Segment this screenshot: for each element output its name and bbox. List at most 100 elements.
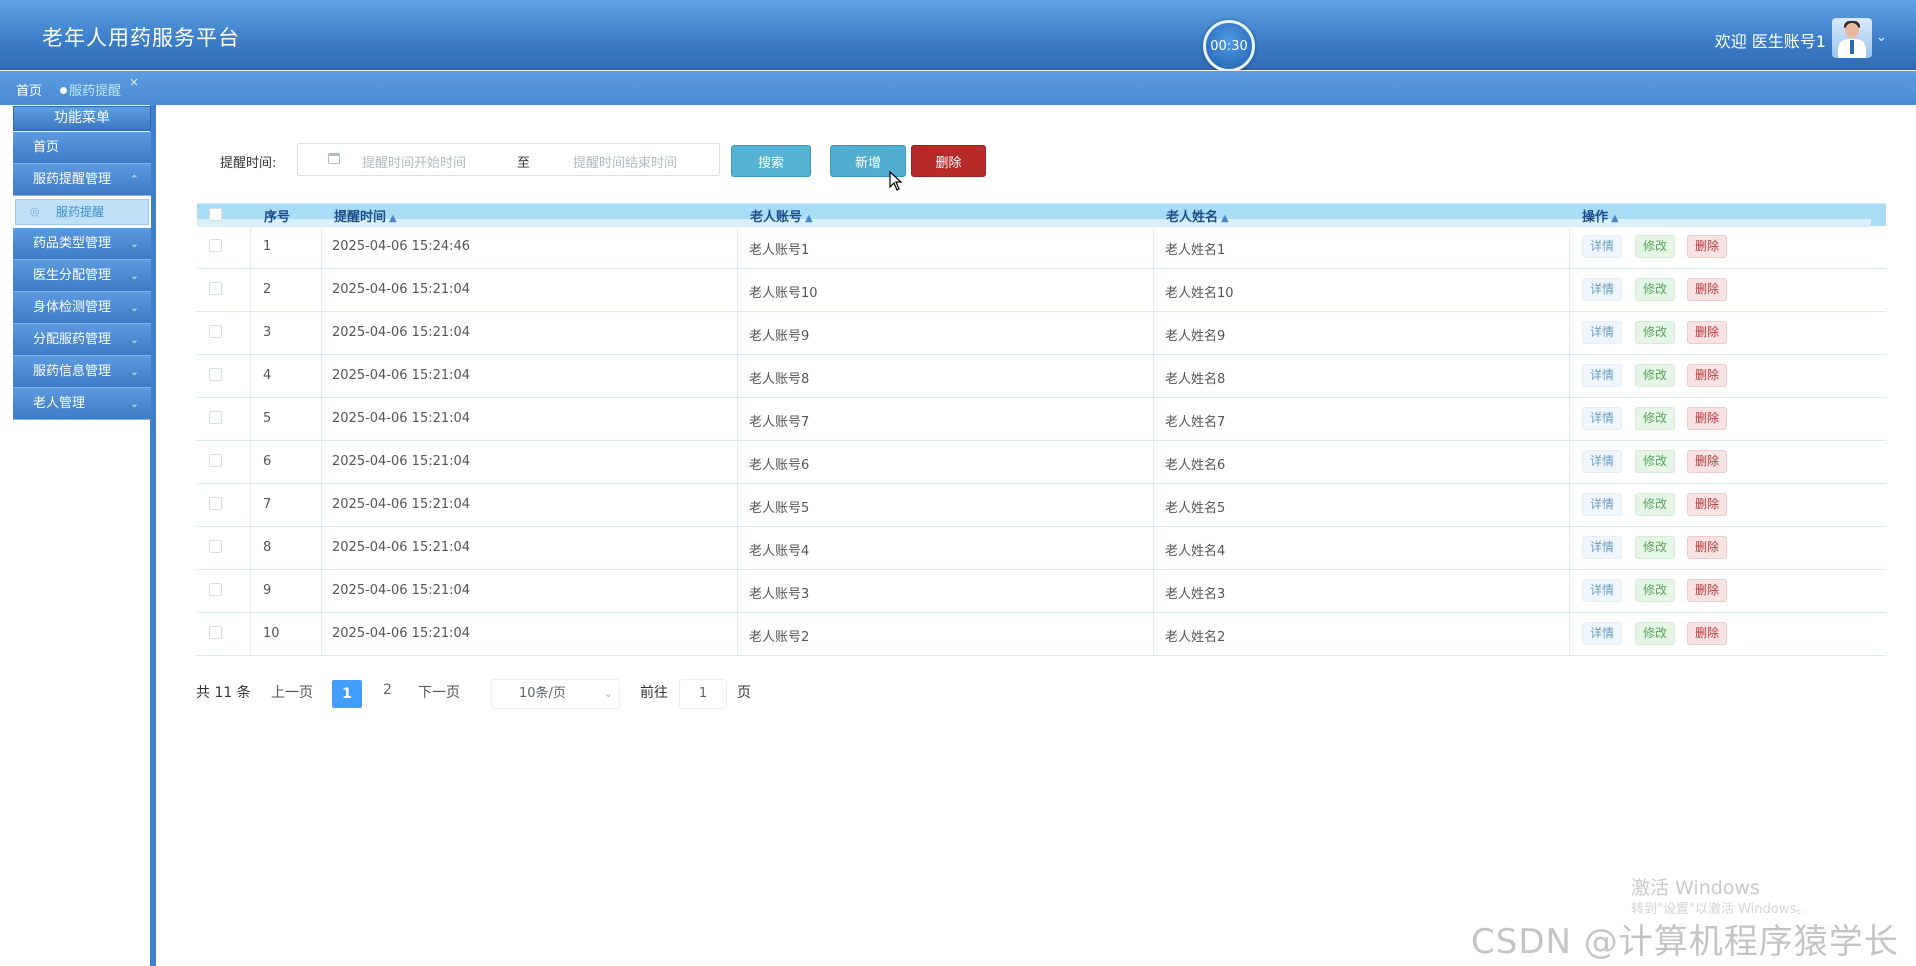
row-checkbox[interactable] xyxy=(209,497,222,514)
edit-button[interactable]: 修改 xyxy=(1635,622,1676,645)
pagination-goto-input[interactable]: 1 xyxy=(679,679,727,709)
row-checkbox[interactable] xyxy=(209,282,222,299)
delete-button[interactable]: 删除 xyxy=(1687,579,1728,602)
edit-button[interactable]: 修改 xyxy=(1635,407,1676,430)
sidebar-item-drug-type[interactable]: 药品类型管理 ⌄ xyxy=(13,228,151,260)
cell-time: 2025-04-06 15:21:04 xyxy=(332,626,471,641)
delete-button[interactable]: 删除 xyxy=(1687,407,1728,430)
delete-button[interactable]: 删除 xyxy=(1687,235,1728,258)
detail-button[interactable]: 详情 xyxy=(1582,536,1623,559)
sidebar-item-home[interactable]: 首页 xyxy=(13,132,151,164)
pagination-page-1[interactable]: 1 xyxy=(332,680,362,708)
select-all-checkbox[interactable] xyxy=(209,208,222,225)
row-checkbox[interactable] xyxy=(209,540,222,557)
edit-button[interactable]: 修改 xyxy=(1635,364,1676,387)
delete-button[interactable]: 删除 xyxy=(1687,450,1728,473)
edit-button[interactable]: 修改 xyxy=(1635,235,1676,258)
avatar[interactable] xyxy=(1832,18,1872,58)
table-row: 1 2025-04-06 15:24:46 老人账号1 老人姓名1 详情 修改 删除 xyxy=(197,226,1886,269)
top-header: 老年人用药服务平台 00:30 欢迎 医生账号1 ⌄ xyxy=(0,0,1916,72)
table-row: 4 2025-04-06 15:21:04 老人账号8 老人姓名8 详情 修改 删除 xyxy=(197,355,1886,398)
sort-icon[interactable]: ▲︎ xyxy=(1221,213,1229,224)
cell-index: 7 xyxy=(263,497,272,512)
sidebar-item-medication-info[interactable]: 服药信息管理 ⌄ xyxy=(13,356,151,388)
delete-button[interactable]: 删除 xyxy=(1687,536,1728,559)
delete-button[interactable]: 删除 xyxy=(1687,278,1728,301)
detail-button[interactable]: 详情 xyxy=(1582,364,1623,387)
sidebar-item-reminder-management[interactable]: 服药提醒管理 ⌃ xyxy=(13,164,151,196)
edit-button[interactable]: 修改 xyxy=(1635,536,1676,559)
row-checkbox[interactable] xyxy=(209,411,222,428)
detail-button[interactable]: 详情 xyxy=(1582,278,1623,301)
app-title: 老年人用药服务平台 xyxy=(42,26,240,50)
delete-button[interactable]: 删除 xyxy=(1687,321,1728,344)
pagination-prev[interactable]: 上一页 xyxy=(271,682,313,702)
sidebar-item-elderly[interactable]: 老人管理 ⌄ xyxy=(13,388,151,420)
edit-button[interactable]: 修改 xyxy=(1635,579,1676,602)
detail-button[interactable]: 详情 xyxy=(1582,235,1623,258)
cell-account: 老人账号6 xyxy=(749,458,810,473)
start-date-input[interactable]: 提醒时间开始时间 xyxy=(362,152,466,171)
row-checkbox[interactable] xyxy=(209,454,222,471)
table-row: 10 2025-04-06 15:21:04 老人账号2 老人姓名2 详情 修改 删除 xyxy=(197,613,1886,656)
sidebar-title: 功能菜单 xyxy=(13,106,151,131)
breadcrumb-tab-active[interactable]: 服药提醒 xyxy=(60,80,121,99)
table-row: 9 2025-04-06 15:21:04 老人账号3 老人姓名3 详情 修改 删除 xyxy=(197,570,1886,613)
detail-button[interactable]: 详情 xyxy=(1582,450,1623,473)
delete-button[interactable]: 删除 xyxy=(1687,493,1728,516)
delete-button[interactable]: 删除 xyxy=(1687,622,1728,645)
pagination-next[interactable]: 下一页 xyxy=(418,682,460,702)
breadcrumb-home[interactable]: 首页 xyxy=(16,80,42,99)
detail-button[interactable]: 详情 xyxy=(1582,493,1623,516)
page-size-select[interactable]: 10条/页 ⌄ xyxy=(491,679,620,709)
detail-button[interactable]: 详情 xyxy=(1582,622,1623,645)
close-icon[interactable]: × xyxy=(129,75,139,89)
row-checkbox[interactable] xyxy=(209,626,222,643)
date-range-picker[interactable]: 提醒时间开始时间 至 提醒时间结束时间 xyxy=(297,143,720,176)
row-checkbox[interactable] xyxy=(209,368,222,385)
cell-name: 老人姓名7 xyxy=(1165,415,1226,430)
column-header-account[interactable]: 老人账号 ▲︎ xyxy=(750,206,813,225)
cell-account: 老人账号1 xyxy=(749,243,810,258)
sidebar: 功能菜单 首页 服药提醒管理 ⌃ ◎ 服药提醒 药品类型管理 ⌄ 医生分配管理 ⌄ 身体… xyxy=(13,106,151,420)
sidebar-item-doctor-assign[interactable]: 医生分配管理 ⌄ xyxy=(13,260,151,292)
detail-button[interactable]: 详情 xyxy=(1582,321,1623,344)
end-date-input[interactable]: 提醒时间结束时间 xyxy=(573,152,677,171)
delete-button[interactable]: 删除 xyxy=(1687,364,1728,387)
cell-account: 老人账号8 xyxy=(749,372,810,387)
edit-button[interactable]: 修改 xyxy=(1635,278,1676,301)
table-row: 6 2025-04-06 15:21:04 老人账号6 老人姓名6 详情 修改 删除 xyxy=(197,441,1886,484)
welcome-text: 欢迎 医生账号1 xyxy=(1714,32,1826,51)
table-row: 7 2025-04-06 15:21:04 老人账号5 老人姓名5 详情 修改 删除 xyxy=(197,484,1886,527)
cell-account: 老人账号4 xyxy=(749,544,810,559)
cell-name: 老人姓名4 xyxy=(1165,544,1226,559)
sidebar-item-assign-medication[interactable]: 分配服药管理 ⌄ xyxy=(13,324,151,356)
column-header-name[interactable]: 老人姓名 ▲︎ xyxy=(1166,206,1229,225)
cell-time: 2025-04-06 15:21:04 xyxy=(332,411,471,426)
sort-icon[interactable]: ▲︎ xyxy=(805,213,813,224)
batch-delete-button[interactable]: 删除 xyxy=(911,145,986,177)
edit-button[interactable]: 修改 xyxy=(1635,493,1676,516)
cell-index: 10 xyxy=(263,626,280,641)
sidebar-subitem-reminder[interactable]: ◎ 服药提醒 xyxy=(15,199,149,225)
search-button[interactable]: 搜索 xyxy=(731,145,811,177)
chevron-down-icon[interactable]: ⌄ xyxy=(1876,30,1887,45)
sort-icon[interactable]: ▲︎ xyxy=(389,213,397,224)
sidebar-item-body-check[interactable]: 身体检测管理 ⌄ xyxy=(13,292,151,324)
mouse-cursor-icon xyxy=(889,171,903,191)
column-header-time[interactable]: 提醒时间 ▲︎ xyxy=(334,206,397,225)
row-checkbox[interactable] xyxy=(209,583,222,600)
edit-button[interactable]: 修改 xyxy=(1635,450,1676,473)
row-checkbox[interactable] xyxy=(209,239,222,256)
pagination-page-2[interactable]: 2 xyxy=(383,682,392,698)
cell-time: 2025-04-06 15:21:04 xyxy=(332,282,471,297)
sort-icon: ▲︎ xyxy=(1611,213,1619,224)
column-header-actions: 操作 ▲︎ xyxy=(1582,210,1619,225)
row-checkbox[interactable] xyxy=(209,325,222,342)
cell-time: 2025-04-06 15:24:46 xyxy=(332,239,471,254)
table-body: 1 2025-04-06 15:24:46 老人账号1 老人姓名1 详情 修改 删除 2 202… xyxy=(197,226,1886,656)
cell-name: 老人姓名1 xyxy=(1165,243,1226,258)
detail-button[interactable]: 详情 xyxy=(1582,407,1623,430)
detail-button[interactable]: 详情 xyxy=(1582,579,1623,602)
edit-button[interactable]: 修改 xyxy=(1635,321,1676,344)
